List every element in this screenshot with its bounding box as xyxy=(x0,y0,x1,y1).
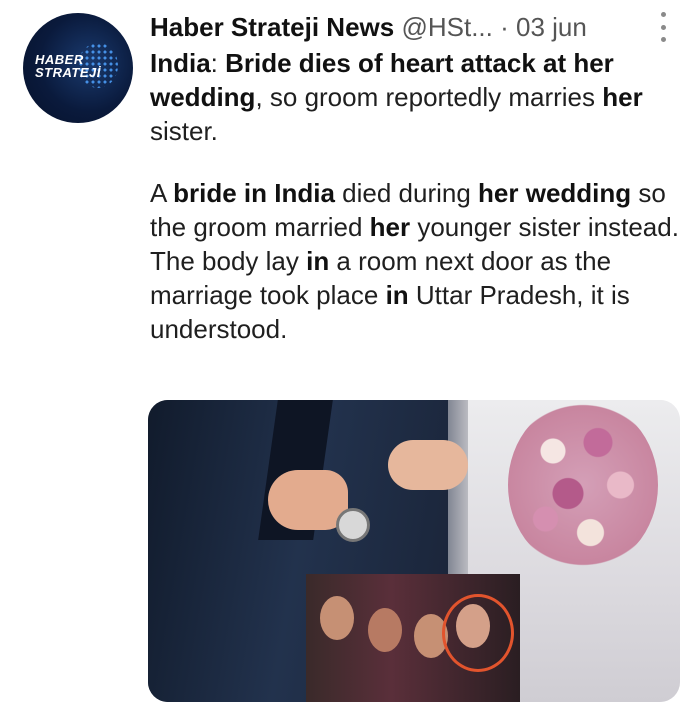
body-segment: A xyxy=(150,178,174,208)
tweet-headline: India: Bride dies of heart attack at her… xyxy=(150,46,680,148)
tweet-text: India: Bride dies of heart attack at her… xyxy=(150,46,680,346)
headline-segment: : xyxy=(210,48,226,78)
body-segment: in xyxy=(306,246,330,276)
body-segment: in xyxy=(385,280,409,310)
separator-dot: · xyxy=(500,12,509,42)
headline-segment: sister. xyxy=(150,116,218,146)
author-handle[interactable]: @HSt... xyxy=(401,12,492,42)
headline-segment: India xyxy=(150,48,211,78)
tweet-date[interactable]: 03 jun xyxy=(516,12,587,42)
body-segment: bride in India xyxy=(173,178,335,208)
author-name[interactable]: Haber Strateji News xyxy=(150,12,394,42)
bouquet-graphic xyxy=(508,400,658,570)
headline-segment: her xyxy=(602,82,643,112)
bride-hand-graphic xyxy=(388,440,468,490)
tweet-media-image[interactable] xyxy=(148,400,680,702)
inset-photo xyxy=(306,574,520,702)
watch-graphic xyxy=(336,508,370,542)
face-graphic xyxy=(320,596,354,640)
body-segment: her xyxy=(369,212,411,242)
face-graphic xyxy=(368,608,402,652)
highlight-circle xyxy=(442,594,514,672)
avatar[interactable]: HABER STRATEJİ xyxy=(23,13,133,123)
headline-segment: , so groom reportedly marries xyxy=(255,82,603,112)
tweet-header: Haber Strateji News @HSt... · 03 jun xyxy=(150,10,682,44)
avatar-logo: HABER STRATEJİ xyxy=(35,53,125,79)
body-segment: her wedding xyxy=(478,178,632,208)
more-vertical-icon[interactable] xyxy=(656,12,670,42)
body-segment: died during xyxy=(334,178,479,208)
logo-line-2: STRATEJİ xyxy=(35,65,101,80)
tweet-body: A bride in India died during her wedding… xyxy=(150,176,680,346)
